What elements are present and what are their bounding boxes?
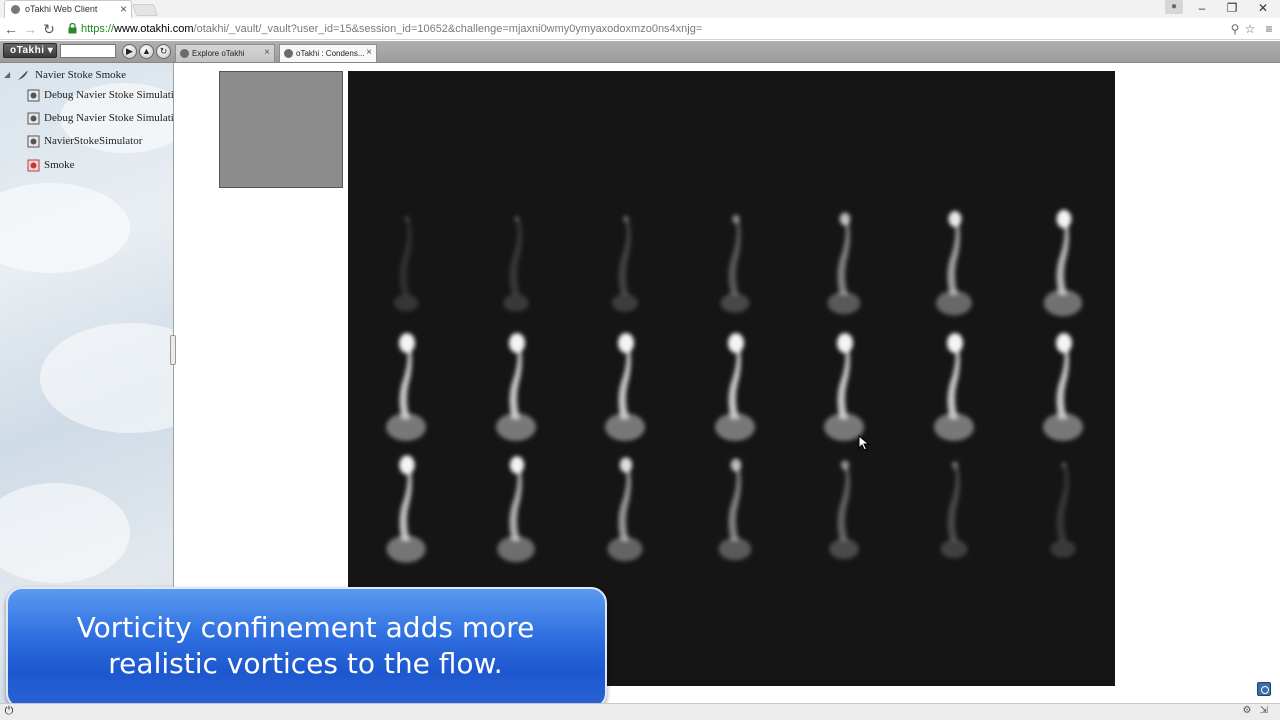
tree-root-navier-stoke-smoke[interactable]: ◢ Navier Stoke Smoke: [4, 68, 169, 84]
simulation-frame: [366, 327, 446, 445]
mouse-cursor-icon: [858, 435, 870, 451]
simulation-frame: [914, 203, 994, 321]
simulation-frame: [1023, 327, 1103, 445]
minimize-button[interactable]: –: [1187, 0, 1217, 18]
app-search-input[interactable]: [60, 44, 116, 58]
corner-action-button[interactable]: [1257, 682, 1271, 696]
feather-icon: [17, 70, 28, 81]
tree-item-label: Debug Navier Stoke Simulation: [44, 89, 174, 101]
tab-label: oTakhi : Condens...: [296, 49, 365, 58]
simulation-frame: [476, 327, 556, 445]
sidebar-splitter-handle[interactable]: [170, 335, 176, 365]
status-bar: [0, 703, 1280, 720]
otakhi-menu-button[interactable]: oTakhi ▾: [3, 43, 57, 58]
otakhi-tab-icon: [284, 49, 293, 58]
tab-condense[interactable]: oTakhi : Condens... ×: [279, 44, 377, 62]
resize-icon[interactable]: ⇲: [1258, 705, 1270, 717]
simulation-frame: [476, 449, 556, 567]
profile-icon[interactable]: ●: [1165, 0, 1183, 14]
simulation-frame: [585, 327, 665, 445]
simulation-frame: [695, 203, 775, 321]
simulation-frame: [914, 327, 994, 445]
restore-button[interactable]: ❐: [1217, 0, 1247, 18]
tree-item-debug-2[interactable]: Debug Navier Stoke Simulation: [27, 111, 174, 127]
tab-close-icon[interactable]: ×: [120, 2, 127, 16]
forward-button[interactable]: →: [21, 20, 39, 38]
reload-button[interactable]: ↻: [40, 20, 58, 38]
image-icon: [27, 159, 40, 172]
tab-close-icon[interactable]: ×: [366, 47, 372, 58]
simulation-frame: [804, 327, 884, 445]
simulation-frame: [1023, 449, 1103, 567]
tree-root-label: Navier Stoke Smoke: [35, 69, 127, 81]
go-forward-icon[interactable]: ▶: [122, 44, 137, 59]
refresh-icon[interactable]: ↻: [156, 44, 171, 59]
simulation-frame: [1023, 203, 1103, 321]
back-button[interactable]: ←: [2, 20, 20, 38]
simulation-frame: [366, 203, 446, 321]
simulation-frame: [804, 203, 884, 321]
tree-expand-icon[interactable]: ◢: [4, 70, 10, 79]
close-window-button[interactable]: ✕: [1248, 0, 1278, 18]
simulation-frame: [914, 449, 994, 567]
caption-line-2: realistic vortices to the flow.: [108, 647, 503, 680]
tree-item-label: NavierStokeSimulator: [44, 135, 143, 147]
simulation-frame: [695, 449, 775, 567]
preview-thumbnail: [219, 71, 343, 188]
tab-explore-otakhi[interactable]: Explore oTakhi ×: [175, 44, 275, 62]
tab-close-icon[interactable]: ×: [264, 47, 270, 58]
script-icon: [27, 135, 40, 148]
simulation-frame: [476, 203, 556, 321]
simulation-frame: [585, 449, 665, 567]
otakhi-tab-icon: [180, 49, 189, 58]
settings-icon[interactable]: ⚙: [1241, 705, 1253, 717]
tab-label: Explore oTakhi: [192, 49, 245, 58]
browser-tab-title: oTakhi Web Client: [25, 4, 98, 14]
new-tab-button[interactable]: [131, 4, 159, 16]
simulation-frame: [585, 203, 665, 321]
simulation-frame: [695, 327, 775, 445]
script-icon: [27, 89, 40, 102]
window-titlebar: [0, 0, 1280, 18]
tree-item-debug-1[interactable]: Debug Navier Stoke Simulation: [27, 88, 174, 104]
tree-item-label: Smoke: [44, 159, 75, 171]
otakhi-favicon-icon: [11, 5, 20, 14]
tree-item-label: Debug Navier Stoke Simulation: [44, 112, 174, 124]
go-up-icon[interactable]: ▲: [139, 44, 154, 59]
menu-icon[interactable]: ≡: [1262, 21, 1276, 37]
tree-item-navier-stoke-simulator[interactable]: NavierStokeSimulator: [27, 134, 174, 150]
power-icon[interactable]: ⏻: [3, 705, 15, 717]
caption-line-1: Vorticity confinement adds more: [76, 611, 535, 644]
lock-icon: [68, 23, 77, 34]
browser-tab[interactable]: oTakhi Web Client ×: [4, 0, 132, 18]
script-icon: [27, 112, 40, 125]
key-icon[interactable]: ⚲: [1228, 21, 1242, 37]
url-field[interactable]: https://www.otakhi.com/otakhi/_vault/_va…: [81, 22, 702, 36]
caption-text: Vorticity confinement adds more realisti…: [30, 610, 581, 682]
simulation-frame: [804, 449, 884, 567]
tree-item-smoke[interactable]: Smoke: [27, 158, 174, 174]
simulation-frame: [366, 449, 446, 567]
bookmark-star-icon[interactable]: ☆: [1243, 21, 1257, 37]
